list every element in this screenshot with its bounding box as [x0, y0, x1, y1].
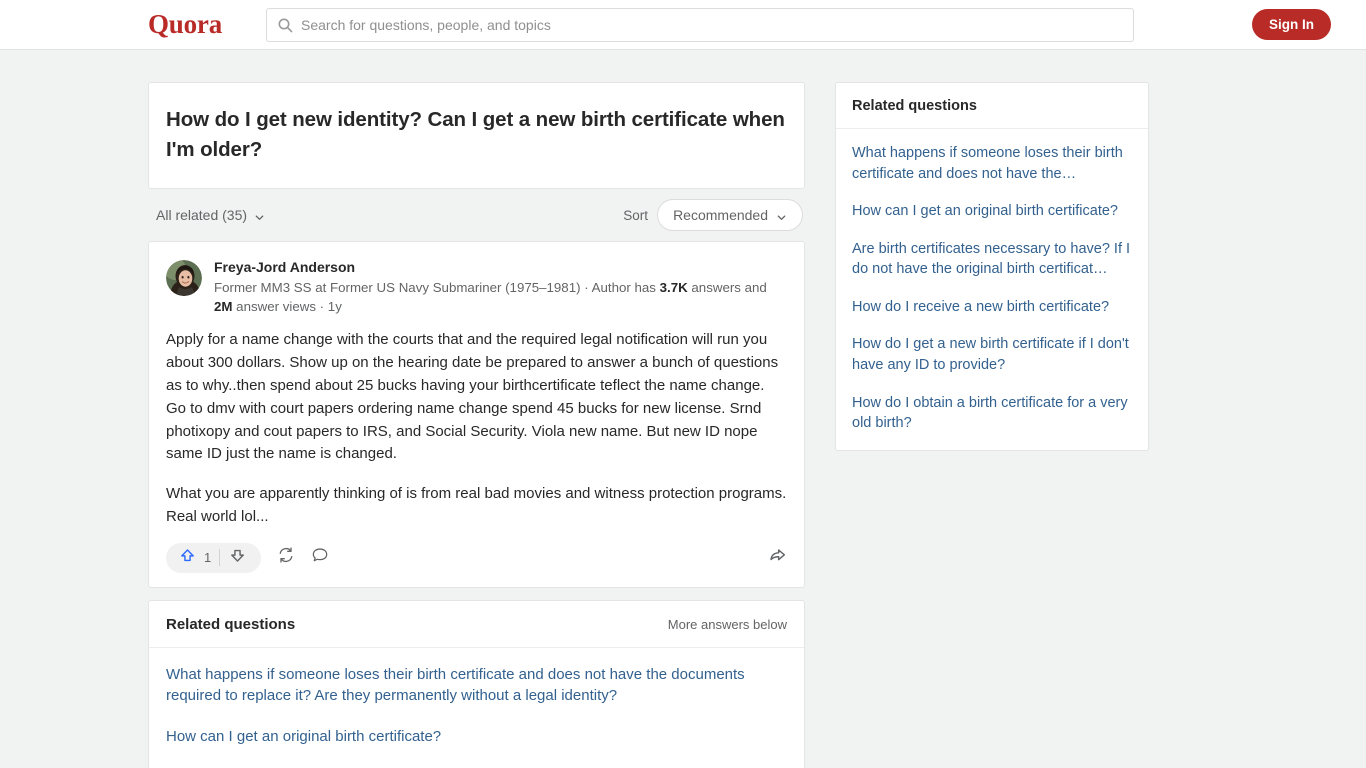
page-body: How do I get new identity? Can I get a n… [0, 50, 1366, 768]
page-title: How do I get new identity? Can I get a n… [166, 108, 785, 161]
site-header: Quora Sign In [0, 0, 1366, 50]
more-answers-below-link[interactable]: More answers below [668, 617, 787, 632]
answer-author: Freya-Jord Anderson Former MM3 SS at For… [166, 258, 787, 316]
search-icon [277, 17, 293, 33]
share-button[interactable] [768, 546, 787, 570]
author-text: Freya-Jord Anderson Former MM3 SS at For… [214, 258, 787, 316]
sort-value: Recommended [673, 207, 768, 224]
downvote-button[interactable] [220, 546, 255, 570]
share-icon [768, 546, 787, 570]
related-questions-list: What happens if someone loses their birt… [149, 648, 804, 768]
comment-icon [311, 546, 329, 569]
chevron-down-icon [776, 210, 787, 221]
related-questions-header: Related questions More answers below [149, 601, 804, 648]
comment-button[interactable] [311, 546, 329, 569]
related-question-link[interactable]: What happens if someone loses their birt… [166, 664, 787, 706]
upvote-button[interactable]: 1 [172, 546, 219, 570]
downvote-icon [228, 546, 247, 570]
sidebar-question-link[interactable]: How do I obtain a birth certificate for … [852, 393, 1132, 434]
views-count: 2M [214, 298, 233, 314]
sidebar: Related questions What happens if someon… [835, 82, 1149, 451]
all-related-label: All related (35) [156, 207, 248, 224]
all-related-dropdown[interactable]: All related (35) [156, 207, 265, 223]
action-buttons: 1 [166, 542, 329, 573]
repost-button[interactable] [277, 546, 295, 569]
related-questions-card: Related questions More answers below Wha… [148, 599, 805, 768]
sidebar-question-link[interactable]: Are birth certificates necessary to have… [852, 239, 1132, 280]
sort-control: Sort Recommended [623, 199, 803, 232]
author-name[interactable]: Freya-Jord Anderson [214, 258, 787, 276]
sidebar-question-link[interactable]: How do I get a new birth certificate if … [852, 334, 1132, 375]
avatar[interactable] [166, 260, 202, 297]
chevron-down-icon [254, 210, 265, 221]
sort-dropdown[interactable]: Recommended [657, 199, 803, 232]
upvote-count: 1 [204, 550, 212, 566]
answer-paragraph: Apply for a name change with the courts … [166, 331, 779, 463]
credential-prefix: Former MM3 SS at Former US Navy Submarin… [214, 279, 660, 295]
credential-mid: answers and [687, 279, 767, 295]
answers-count: 3.7K [659, 279, 688, 295]
main-column: How do I get new identity? Can I get a n… [148, 82, 805, 768]
answer-body: Apply for a name change with the courts … [166, 329, 787, 528]
credential-suffix: answer views · 1y [232, 298, 342, 314]
vote-pill: 1 [166, 542, 262, 573]
answer-paragraph: What you are apparently thinking of is f… [166, 485, 787, 525]
sidebar-question-link[interactable]: How can I get an original birth certific… [852, 201, 1132, 222]
answer-card: Freya-Jord Anderson Former MM3 SS at For… [148, 241, 805, 588]
sidebar-question-link[interactable]: How do I receive a new birth certificate… [852, 297, 1132, 318]
sidebar-list: What happens if someone loses their birt… [836, 129, 1148, 450]
author-credentials: Former MM3 SS at Former US Navy Submarin… [214, 279, 787, 317]
sidebar-title: Related questions [852, 98, 977, 114]
sidebar-question-link[interactable]: What happens if someone loses their birt… [852, 143, 1132, 184]
sign-in-button[interactable]: Sign In [1252, 9, 1331, 40]
repost-icon [277, 546, 295, 569]
sidebar-related-card: Related questions What happens if someon… [835, 82, 1149, 451]
question-card: How do I get new identity? Can I get a n… [148, 82, 805, 190]
related-questions-title: Related questions [166, 615, 296, 633]
search-bar[interactable] [266, 7, 1134, 42]
related-question-link[interactable]: How can I get an original birth certific… [166, 726, 787, 747]
search-input[interactable] [301, 16, 1123, 33]
quora-logo[interactable]: Quora [148, 11, 222, 38]
answer-action-bar: 1 [166, 537, 787, 579]
sidebar-header: Related questions [836, 83, 1148, 129]
filter-row: All related (35) Sort Recommended [148, 189, 805, 241]
upvote-icon [178, 546, 197, 570]
sort-label: Sort [623, 207, 649, 223]
